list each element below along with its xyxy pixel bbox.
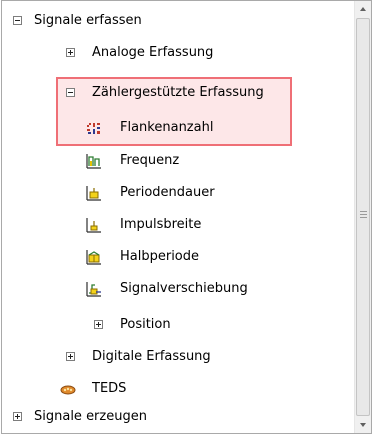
- period-icon: [86, 186, 101, 201]
- tree-node-label: Impulsbreite: [120, 217, 202, 232]
- tree-node-label: Signale erfassen: [34, 13, 142, 28]
- tree-view: Signale erfassen Analoge Erfassung Zähle…: [1, 0, 372, 434]
- tree-node-label: Analoge Erfassung: [92, 45, 214, 60]
- tree-node-halbperiode[interactable]: Halbperiode: [2, 245, 342, 269]
- frequency-icon: [86, 154, 101, 169]
- collapse-toggle-icon[interactable]: [66, 88, 75, 97]
- tree-node-label: Flankenanzahl: [120, 120, 214, 135]
- scrollbar-thumb[interactable]: [356, 18, 370, 416]
- tree-node-teds[interactable]: TEDS: [2, 377, 342, 401]
- tree-node-label: Signalverschiebung: [120, 281, 248, 296]
- expand-toggle-icon[interactable]: [13, 412, 22, 421]
- two-edge-separation-icon: [86, 282, 101, 297]
- tree-node-label: Position: [120, 317, 171, 332]
- tree-node-label: Signale erzeugen: [34, 409, 147, 424]
- tree-node-periodendauer[interactable]: Periodendauer: [2, 181, 342, 205]
- tree-node-label: TEDS: [92, 381, 127, 396]
- tree-node-signale-erfassen[interactable]: Signale erfassen: [2, 9, 342, 33]
- tree-node-zaehlergestuetzte-erfassung[interactable]: Zählergestützte Erfassung: [2, 81, 342, 105]
- scroll-up-arrow-icon[interactable]: [355, 1, 371, 18]
- tree-node-impulsbreite[interactable]: Impulsbreite: [2, 213, 342, 237]
- pulse-width-icon: [86, 218, 101, 233]
- tree-node-label: Frequenz: [120, 153, 180, 168]
- tree-node-flankenanzahl[interactable]: Flankenanzahl: [2, 116, 342, 140]
- collapse-toggle-icon[interactable]: [13, 16, 22, 25]
- tree-node-label: Halbperiode: [120, 249, 200, 264]
- tree-node-signalverschiebung[interactable]: Signalverschiebung: [2, 277, 342, 301]
- tree-node-label: Zählergestützte Erfassung: [92, 85, 264, 100]
- tree-node-position[interactable]: Position: [2, 313, 342, 337]
- expand-toggle-icon[interactable]: [66, 48, 75, 57]
- tree-node-digitale-erfassung[interactable]: Digitale Erfassung: [2, 345, 342, 369]
- scroll-down-arrow-icon[interactable]: [355, 416, 371, 433]
- tree-node-label: Digitale Erfassung: [92, 349, 211, 364]
- vertical-scrollbar[interactable]: [354, 1, 371, 433]
- tree-node-frequenz[interactable]: Frequenz: [2, 149, 342, 173]
- tree-content: Signale erfassen Analoge Erfassung Zähle…: [2, 1, 354, 433]
- semi-period-icon: [86, 250, 101, 265]
- edge-count-icon: [87, 123, 100, 134]
- tree-node-signale-erzeugen[interactable]: Signale erzeugen: [2, 405, 342, 429]
- tree-node-analoge-erfassung[interactable]: Analoge Erfassung: [2, 41, 342, 65]
- grip-icon: [360, 211, 367, 218]
- expand-toggle-icon[interactable]: [94, 320, 103, 329]
- teds-icon: [60, 385, 76, 395]
- expand-toggle-icon[interactable]: [66, 352, 75, 361]
- tree-node-label: Periodendauer: [120, 185, 215, 200]
